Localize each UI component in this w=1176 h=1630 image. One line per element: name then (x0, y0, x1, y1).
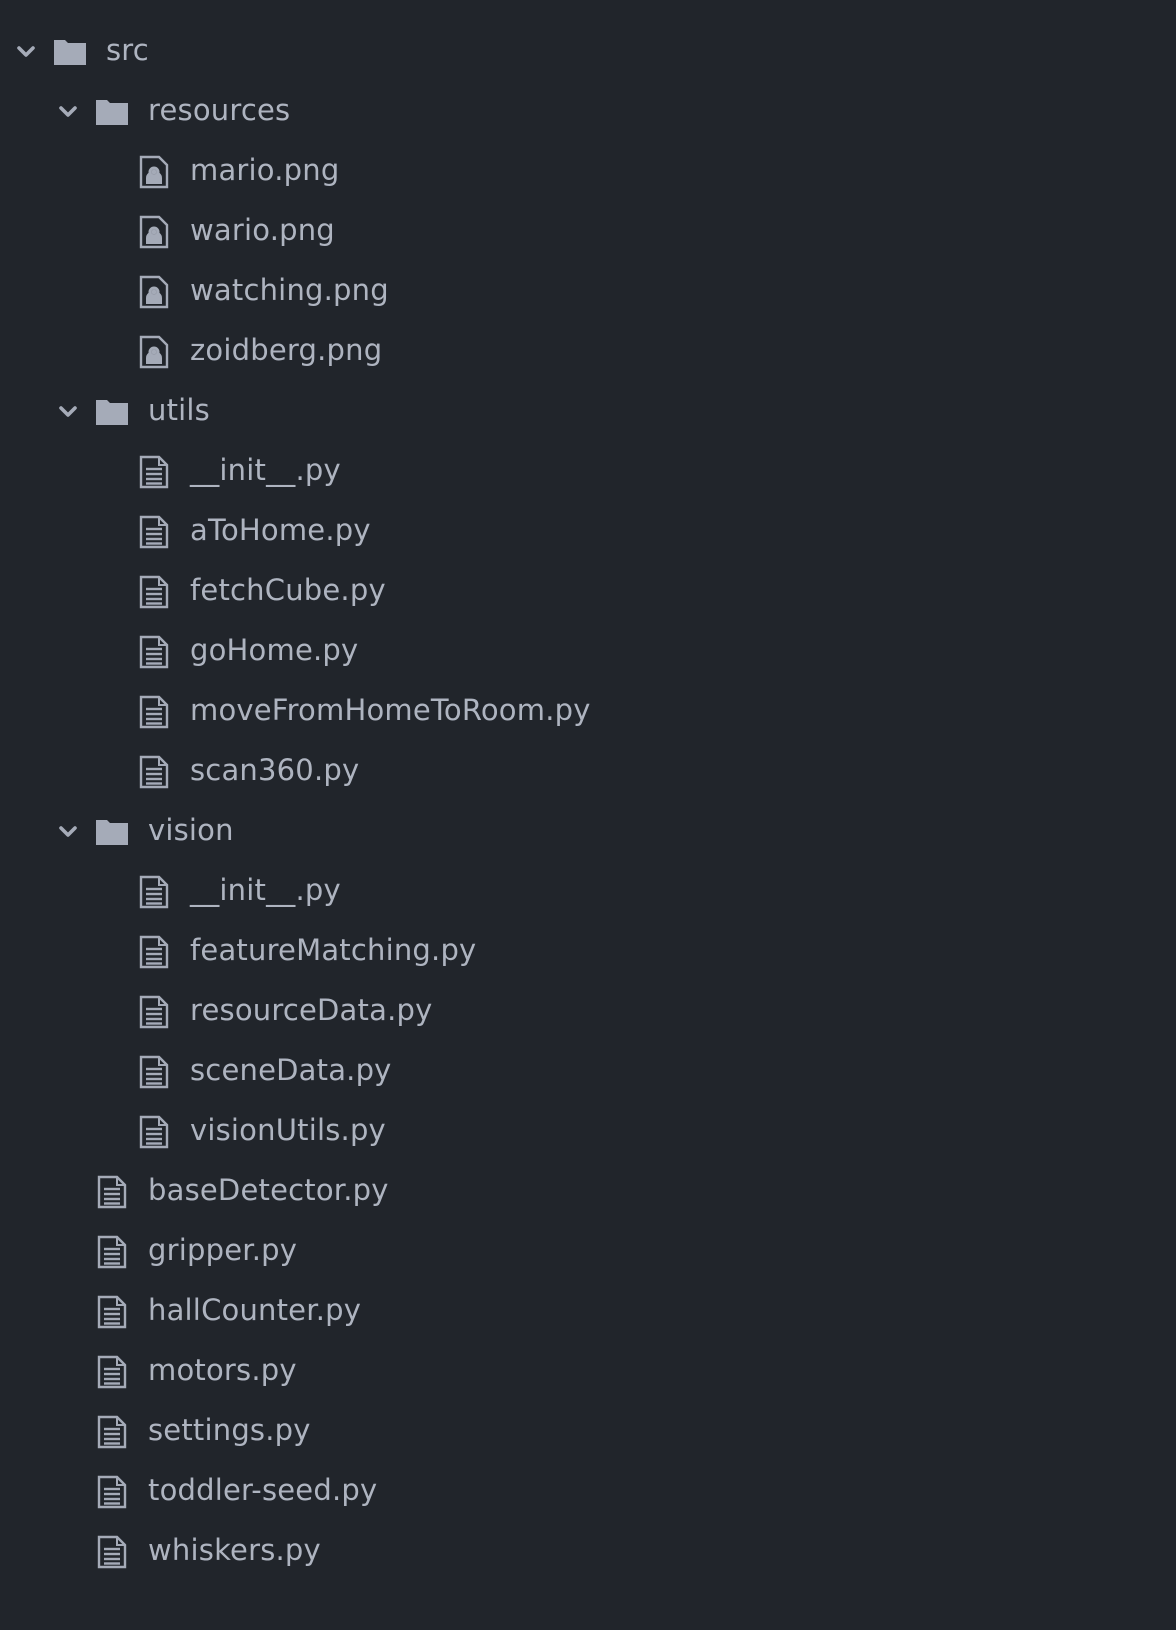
file-label: moveFromHomeToRoom.py (190, 693, 591, 727)
file-label: gripper.py (148, 1233, 298, 1267)
text-file-icon (137, 635, 171, 669)
folder-icon (95, 395, 129, 429)
text-file-icon (137, 935, 171, 969)
folder-label: vision (148, 813, 234, 847)
file-label: resourceData.py (190, 993, 433, 1027)
file-label: baseDetector.py (148, 1173, 389, 1207)
tree-file[interactable]: scan360.py (0, 750, 1176, 794)
chevron-down-icon[interactable] (57, 401, 79, 423)
folder-label: utils (148, 393, 210, 427)
file-label: motors.py (148, 1353, 297, 1387)
tree-folder[interactable]: src (0, 30, 1176, 74)
tree-file[interactable]: goHome.py (0, 630, 1176, 674)
chevron-down-icon[interactable] (57, 101, 79, 123)
file-label: toddler-seed.py (148, 1473, 378, 1507)
file-label: __init__.py (190, 453, 341, 487)
tree-file[interactable]: mario.png (0, 150, 1176, 194)
tree-file[interactable]: resourceData.py (0, 990, 1176, 1034)
file-label: sceneData.py (190, 1053, 392, 1087)
image-file-icon (137, 215, 171, 249)
tree-file[interactable]: featureMatching.py (0, 930, 1176, 974)
file-label: visionUtils.py (190, 1113, 386, 1147)
file-label: mario.png (190, 153, 340, 187)
file-label: hallCounter.py (148, 1293, 362, 1327)
file-label: watching.png (190, 273, 389, 307)
text-file-icon (137, 515, 171, 549)
text-file-icon (137, 575, 171, 609)
tree-file[interactable]: whiskers.py (0, 1530, 1176, 1574)
file-label: __init__.py (190, 873, 341, 907)
file-label: scan360.py (190, 753, 360, 787)
folder-icon (95, 95, 129, 129)
tree-file[interactable]: zoidberg.png (0, 330, 1176, 374)
text-file-icon (137, 695, 171, 729)
folder-icon (95, 815, 129, 849)
tree-file[interactable]: wario.png (0, 210, 1176, 254)
file-label: goHome.py (190, 633, 359, 667)
file-tree: src resources mario.png wario.png watchi… (0, 0, 1176, 1630)
file-label: featureMatching.py (190, 933, 477, 967)
folder-icon (53, 35, 87, 69)
file-label: aToHome.py (190, 513, 371, 547)
folder-label: src (106, 33, 149, 67)
tree-folder[interactable]: vision (0, 810, 1176, 854)
file-label: wario.png (190, 213, 335, 247)
image-file-icon (137, 275, 171, 309)
tree-folder[interactable]: resources (0, 90, 1176, 134)
text-file-icon (137, 875, 171, 909)
text-file-icon (137, 755, 171, 789)
text-file-icon (95, 1535, 129, 1569)
tree-file[interactable]: baseDetector.py (0, 1170, 1176, 1214)
tree-file[interactable]: gripper.py (0, 1230, 1176, 1274)
text-file-icon (95, 1295, 129, 1329)
tree-file[interactable]: aToHome.py (0, 510, 1176, 554)
chevron-down-icon[interactable] (57, 821, 79, 843)
text-file-icon (137, 455, 171, 489)
image-file-icon (137, 155, 171, 189)
text-file-icon (95, 1175, 129, 1209)
tree-file[interactable]: settings.py (0, 1410, 1176, 1454)
folder-label: resources (148, 93, 291, 127)
text-file-icon (95, 1415, 129, 1449)
tree-file[interactable]: sceneData.py (0, 1050, 1176, 1094)
file-label: zoidberg.png (190, 333, 383, 367)
tree-file[interactable]: visionUtils.py (0, 1110, 1176, 1154)
tree-file[interactable]: hallCounter.py (0, 1290, 1176, 1334)
text-file-icon (137, 1115, 171, 1149)
tree-folder[interactable]: utils (0, 390, 1176, 434)
text-file-icon (95, 1355, 129, 1389)
tree-file[interactable]: watching.png (0, 270, 1176, 314)
file-label: fetchCube.py (190, 573, 386, 607)
text-file-icon (137, 995, 171, 1029)
text-file-icon (137, 1055, 171, 1089)
tree-file[interactable]: __init__.py (0, 870, 1176, 914)
image-file-icon (137, 335, 171, 369)
tree-file[interactable]: toddler-seed.py (0, 1470, 1176, 1514)
tree-file[interactable]: motors.py (0, 1350, 1176, 1394)
text-file-icon (95, 1475, 129, 1509)
file-label: settings.py (148, 1413, 311, 1447)
tree-file[interactable]: fetchCube.py (0, 570, 1176, 614)
tree-file[interactable]: moveFromHomeToRoom.py (0, 690, 1176, 734)
file-label: whiskers.py (148, 1533, 321, 1567)
tree-file[interactable]: __init__.py (0, 450, 1176, 494)
text-file-icon (95, 1235, 129, 1269)
chevron-down-icon[interactable] (15, 41, 37, 63)
